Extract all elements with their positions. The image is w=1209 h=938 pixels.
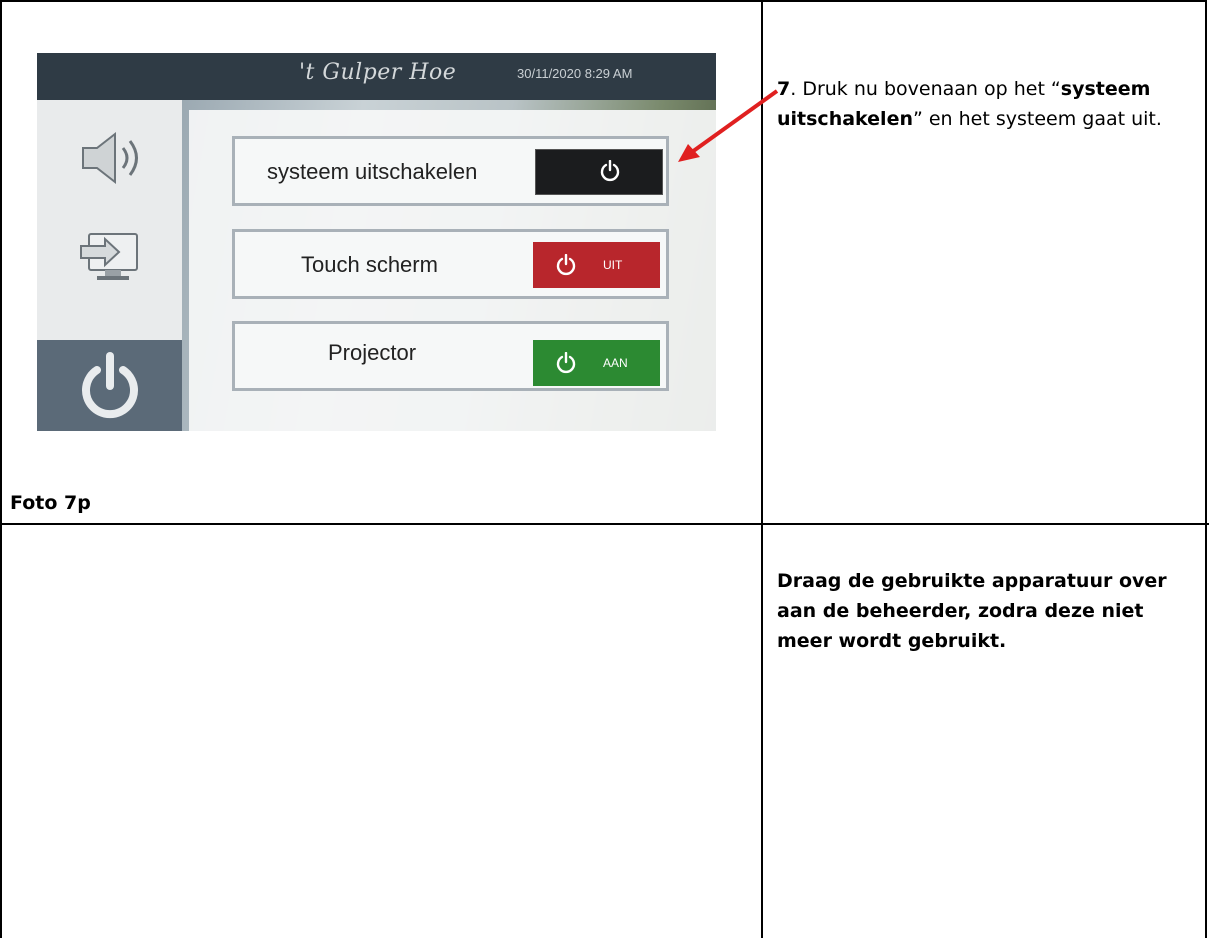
empty-cell: [0, 525, 763, 938]
button-state-label: AAN: [603, 356, 628, 370]
note-cell: Draag de gebruikte apparatuur over aan d…: [763, 525, 1207, 938]
row-label: Projector: [328, 340, 417, 365]
instruction-cell: 7. Druk nu bovenaan op het “systeem uits…: [763, 0, 1207, 525]
document-table: 't Gulper Hoe 30/11/2020 8:29 AM systeem…: [0, 0, 1209, 938]
brand-logo: 't Gulper Hoe: [299, 60, 457, 85]
touchscreen-toggle-button[interactable]: UIT: [533, 242, 660, 288]
power-icon: [75, 352, 145, 427]
power-icon: [556, 254, 576, 276]
photo-caption: Foto 7p: [10, 492, 91, 514]
datetime: 30/11/2020 8:29 AM: [517, 66, 633, 81]
photo-cell: 't Gulper Hoe 30/11/2020 8:29 AM systeem…: [0, 0, 763, 525]
handover-note: Draag de gebruikte apparatuur over aan d…: [777, 570, 1167, 652]
step-number: 7: [777, 78, 791, 100]
row-projector: Projector AAN: [232, 321, 669, 391]
touchscreen-sidebar: [37, 100, 182, 431]
touchscreen-photo: 't Gulper Hoe 30/11/2020 8:29 AM systeem…: [37, 53, 716, 431]
speaker-icon[interactable]: [77, 128, 147, 193]
shutdown-system-button[interactable]: [535, 149, 663, 195]
input-source-icon[interactable]: [79, 230, 145, 293]
instruction-after: ” en het systeem gaat uit.: [912, 108, 1162, 130]
sidebar-selected-power[interactable]: [37, 340, 182, 431]
row-label: systeem uitschakelen: [267, 159, 478, 184]
power-icon: [556, 352, 576, 374]
row-label: Touch scherm: [301, 252, 438, 277]
projector-toggle-button[interactable]: AAN: [533, 340, 660, 386]
power-icon: [577, 159, 621, 185]
instruction-text: 7. Druk nu bovenaan op het “systeem uits…: [777, 74, 1197, 134]
touchscreen-topbar: 't Gulper Hoe 30/11/2020 8:29 AM: [37, 53, 716, 100]
button-state-label: UIT: [603, 258, 623, 272]
row-touch-scherm: Touch scherm UIT: [232, 229, 669, 299]
instruction-before: . Druk nu bovenaan op het “: [790, 78, 1061, 100]
row-systeem-uitschakelen: systeem uitschakelen: [232, 136, 669, 206]
